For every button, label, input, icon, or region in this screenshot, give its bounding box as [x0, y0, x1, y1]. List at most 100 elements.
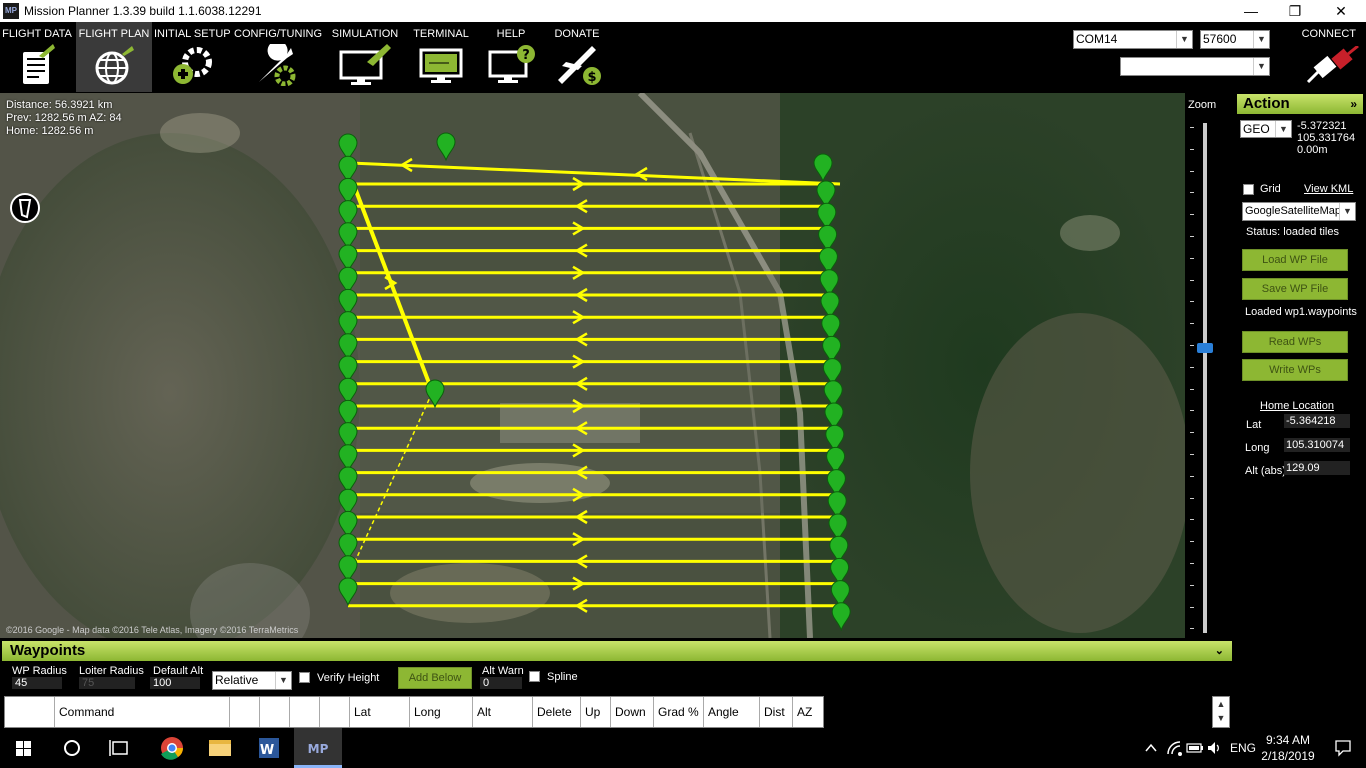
- verify-height-checkbox[interactable]: [299, 672, 310, 683]
- chevron-up-icon[interactable]: [1144, 742, 1158, 754]
- chevron-down-icon: ▼: [1275, 121, 1291, 137]
- prev-readout: Prev: 1282.56 m AZ: 84: [6, 112, 122, 124]
- alt-warn-field[interactable]: 0: [480, 677, 522, 689]
- grid-column-angle[interactable]: Angle: [704, 697, 760, 727]
- zoom-slider-thumb[interactable]: [1197, 343, 1213, 353]
- wp-radius-field[interactable]: 45: [12, 677, 62, 689]
- svg-text:W: W: [260, 743, 274, 758]
- connect-label[interactable]: CONNECT: [1302, 28, 1356, 40]
- zoom-tick: [1190, 454, 1194, 455]
- home-alt-field[interactable]: 129.09: [1284, 461, 1350, 475]
- monitor-terminal-icon: [419, 48, 463, 83]
- wp-radius-label: WP Radius: [12, 665, 67, 677]
- grid-column-param4[interactable]: [320, 697, 350, 727]
- grid-column-long[interactable]: Long: [410, 697, 473, 727]
- grid-column-az[interactable]: AZ: [793, 697, 823, 727]
- loiter-radius-field[interactable]: 75: [79, 677, 135, 689]
- grid-column-delete[interactable]: Delete: [533, 697, 581, 727]
- home-lat-field[interactable]: -5.364218: [1284, 414, 1350, 428]
- vehicle-select[interactable]: ▼: [1120, 57, 1270, 76]
- maximize-button[interactable]: ❐: [1272, 0, 1318, 22]
- default-alt-field[interactable]: 100: [150, 677, 200, 689]
- grid-column-lat[interactable]: Lat: [350, 697, 410, 727]
- minimize-button[interactable]: —: [1228, 0, 1274, 22]
- read-wps-button[interactable]: Read WPs: [1242, 331, 1348, 353]
- com-port-select[interactable]: COM14 ▼: [1073, 30, 1193, 49]
- close-button[interactable]: ✕: [1318, 0, 1364, 22]
- menu-flight-plan[interactable]: FLIGHT PLAN: [76, 22, 152, 92]
- load-wp-file-button[interactable]: Load WP File: [1242, 249, 1348, 271]
- home-long-field[interactable]: 105.310074: [1284, 438, 1350, 452]
- mission-planner-taskbar-icon[interactable]: MP: [294, 728, 342, 768]
- menu-config-tuning[interactable]: CONFIG/TUNING: [234, 22, 322, 92]
- grid-column-up[interactable]: Up: [581, 697, 611, 727]
- svg-text:$: $: [587, 70, 596, 85]
- zoom-tick: [1190, 606, 1194, 608]
- home-location-link[interactable]: Home Location: [1260, 400, 1334, 412]
- task-view-icon[interactable]: [96, 728, 144, 768]
- map-type-select[interactable]: GoogleSatelliteMap ▼: [1242, 202, 1356, 221]
- compass-icon[interactable]: [10, 193, 40, 223]
- menu-flight-data[interactable]: FLIGHT DATA: [0, 22, 74, 92]
- map-canvas[interactable]: [0, 93, 1185, 638]
- spline-checkbox[interactable]: [529, 671, 540, 682]
- grid-column-alt[interactable]: Alt: [473, 697, 533, 727]
- menu-initial-setup[interactable]: INITIAL SETUP: [154, 22, 231, 92]
- distance-readout: Distance: 56.3921 km: [6, 99, 113, 111]
- baud-rate-select[interactable]: 57600 ▼: [1200, 30, 1270, 49]
- collapse-icon[interactable]: ⌄: [1215, 641, 1224, 661]
- cursor-alt: 0.00m: [1297, 144, 1328, 156]
- wifi-icon[interactable]: [1166, 740, 1184, 756]
- coord-mode-select[interactable]: GEO ▼: [1240, 120, 1292, 138]
- zoom-tick: [1190, 127, 1194, 128]
- menu-donate[interactable]: DONATE $: [546, 22, 608, 92]
- volume-icon[interactable]: [1206, 740, 1222, 756]
- word-icon[interactable]: W: [244, 728, 292, 768]
- grid-column-param1[interactable]: [230, 697, 260, 727]
- clipboard-icon: [23, 44, 55, 84]
- grid-checkbox[interactable]: [1243, 184, 1254, 195]
- chevron-down-icon: ▼: [1253, 31, 1269, 48]
- windows-start-icon[interactable]: [0, 728, 48, 768]
- zoom-tick: [1190, 148, 1194, 150]
- collapse-icon[interactable]: »: [1350, 94, 1357, 114]
- monitor-help-icon: ?: [488, 45, 535, 83]
- action-header[interactable]: Action »: [1237, 94, 1363, 114]
- menu-help[interactable]: HELP ?: [480, 22, 542, 92]
- map-copyright: ©2016 Google - Map data ©2016 Tele Atlas…: [6, 625, 299, 635]
- notification-icon[interactable]: [1334, 739, 1352, 757]
- scroll-down-icon[interactable]: ▼: [1213, 711, 1229, 725]
- menu-terminal[interactable]: TERMINAL: [410, 22, 472, 92]
- chrome-icon[interactable]: [148, 728, 196, 768]
- clock[interactable]: 9:34 AM 2/18/2019: [1258, 732, 1318, 764]
- zoom-slider-track[interactable]: [1203, 123, 1207, 633]
- battery-icon[interactable]: [1186, 741, 1204, 755]
- action-header-title: Action: [1243, 95, 1290, 112]
- alt-mode-select[interactable]: Relative ▼: [212, 671, 292, 690]
- satellite-map[interactable]: Distance: 56.3921 km Prev: 1282.56 m AZ:…: [0, 93, 1185, 638]
- scroll-up-icon[interactable]: ▲: [1213, 697, 1229, 711]
- grid-scrollbar[interactable]: ▲ ▼: [1212, 696, 1230, 728]
- language-indicator[interactable]: ENG: [1230, 741, 1256, 755]
- main-menu-bar: FLIGHT DATA FLIGHT PLAN INITIAL SETUP CO…: [0, 22, 1366, 92]
- grid-column-grad[interactable]: Grad %: [654, 697, 704, 727]
- svg-text:?: ?: [522, 48, 530, 63]
- grid-column-param3[interactable]: [290, 697, 320, 727]
- zoom-tick: [1190, 279, 1194, 281]
- add-below-button[interactable]: Add Below: [398, 667, 472, 689]
- plug-icon[interactable]: [1304, 46, 1360, 86]
- zoom-label: Zoom: [1188, 99, 1217, 111]
- waypoints-header[interactable]: Waypoints ⌄: [2, 641, 1232, 661]
- cursor-lat: -5.372321: [1297, 120, 1347, 132]
- save-wp-file-button[interactable]: Save WP File: [1242, 278, 1348, 300]
- wrench-icon: [259, 44, 296, 86]
- grid-column-dist[interactable]: Dist: [760, 697, 793, 727]
- write-wps-button[interactable]: Write WPs: [1242, 359, 1348, 381]
- search-icon[interactable]: [48, 728, 96, 768]
- grid-column-down[interactable]: Down: [611, 697, 654, 727]
- view-kml-link[interactable]: View KML: [1304, 183, 1353, 195]
- file-explorer-icon[interactable]: [196, 728, 244, 768]
- grid-column-param2[interactable]: [260, 697, 290, 727]
- grid-column-command[interactable]: Command: [55, 697, 230, 727]
- menu-simulation[interactable]: SIMULATION: [328, 22, 402, 92]
